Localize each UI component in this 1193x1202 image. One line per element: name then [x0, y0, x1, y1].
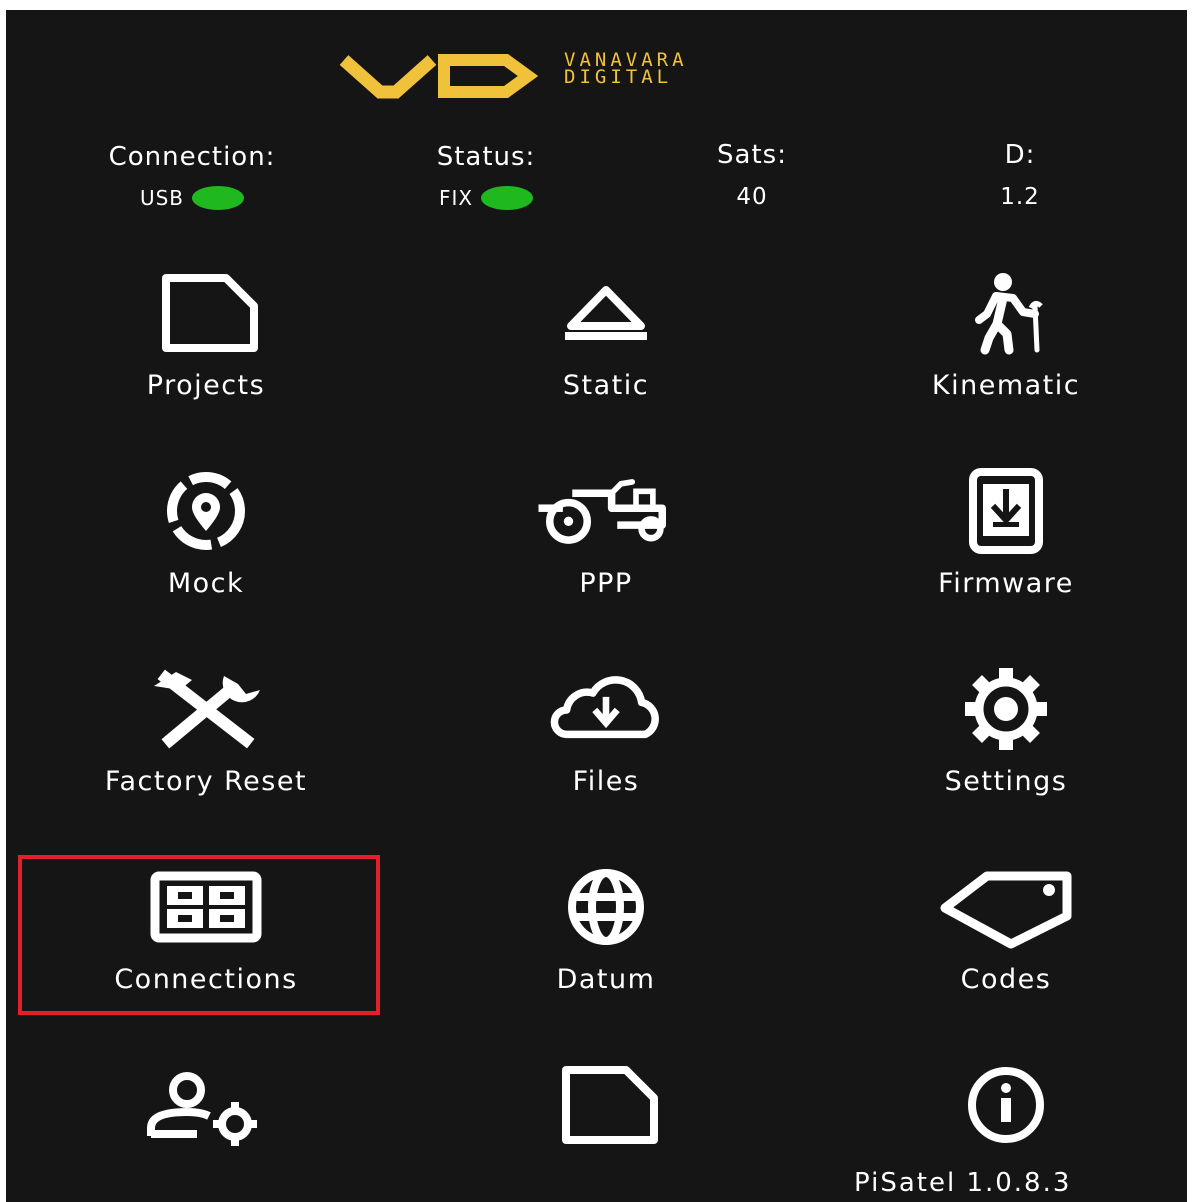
user-settings-icon [131, 1060, 281, 1150]
menu-label: Projects [146, 370, 266, 401]
menu-label: Codes [960, 964, 1052, 995]
phone-download-icon [931, 466, 1081, 556]
connection-value: USB [139, 186, 185, 210]
connection-status: Connection: USB [62, 142, 322, 210]
connection-indicator [192, 186, 245, 210]
brand-name: VANAVARA DIGITAL [564, 51, 688, 88]
document-icon [131, 268, 281, 358]
fix-status: Status: FIX [356, 142, 616, 210]
menu-factory-reset[interactable]: Factory Reset [26, 664, 386, 834]
menu-files[interactable]: Files [426, 664, 786, 834]
gear-icon [931, 664, 1081, 754]
walking-person-icon [931, 268, 1081, 358]
d-value: 1.2 [1000, 184, 1040, 210]
app-screen: VANAVARA DIGITAL Connection: USB Status:… [6, 10, 1187, 1202]
sats-value: 40 [736, 184, 768, 210]
menu-label: Firmware [938, 568, 1074, 599]
status-label: Status: [436, 142, 536, 172]
menu-label: Files [572, 766, 640, 797]
menu-settings[interactable]: Settings [826, 664, 1186, 834]
d-value-block: D: 1.2 [890, 140, 1150, 210]
cloud-download-icon [531, 664, 681, 754]
menu-kinematic[interactable]: Kinematic [826, 268, 1186, 438]
menu-label: Mock [167, 568, 245, 599]
globe-icon [531, 862, 681, 952]
menu-label: Static [562, 370, 650, 401]
sats-label: Sats: [717, 140, 787, 170]
menu-user-settings[interactable] [26, 1060, 386, 1202]
status-value: FIX [438, 186, 474, 210]
menu-document[interactable] [426, 1060, 786, 1202]
menu-projects[interactable]: Projects [26, 268, 386, 438]
brand-logo: VANAVARA DIGITAL [338, 48, 898, 108]
document-icon [531, 1060, 681, 1150]
brand-name-line2: DIGITAL [564, 66, 673, 88]
tractor-icon [531, 466, 681, 556]
menu-firmware[interactable]: Firmware [826, 466, 1186, 636]
menu-label: Datum [556, 964, 656, 995]
menu-codes[interactable]: Codes [826, 862, 1186, 1032]
tools-icon [131, 664, 281, 754]
location-target-icon [131, 466, 281, 556]
vd-logo-icon [339, 54, 538, 99]
menu-mock[interactable]: Mock [26, 466, 386, 636]
d-label: D: [1004, 140, 1036, 170]
menu-label: Connections [114, 964, 298, 995]
status-indicator [481, 186, 534, 210]
menu-label: PPP [579, 568, 633, 599]
menu-datum[interactable]: Datum [426, 862, 786, 1032]
menu-label: Settings [944, 766, 1068, 797]
menu-connections[interactable]: Connections [26, 862, 386, 1032]
app-version: PiSatel 1.0.8.3 [854, 1168, 1072, 1198]
grid-panel-icon [131, 862, 281, 952]
tag-icon [931, 862, 1081, 952]
menu-ppp[interactable]: PPP [426, 466, 786, 636]
menu-static[interactable]: Static [426, 268, 786, 438]
menu-label: Factory Reset [104, 766, 308, 797]
menu-label: Kinematic [931, 370, 1081, 401]
eject-icon [531, 268, 681, 358]
sats-count: Sats: 40 [622, 140, 882, 210]
info-icon [931, 1060, 1081, 1150]
connection-label: Connection: [108, 142, 276, 172]
